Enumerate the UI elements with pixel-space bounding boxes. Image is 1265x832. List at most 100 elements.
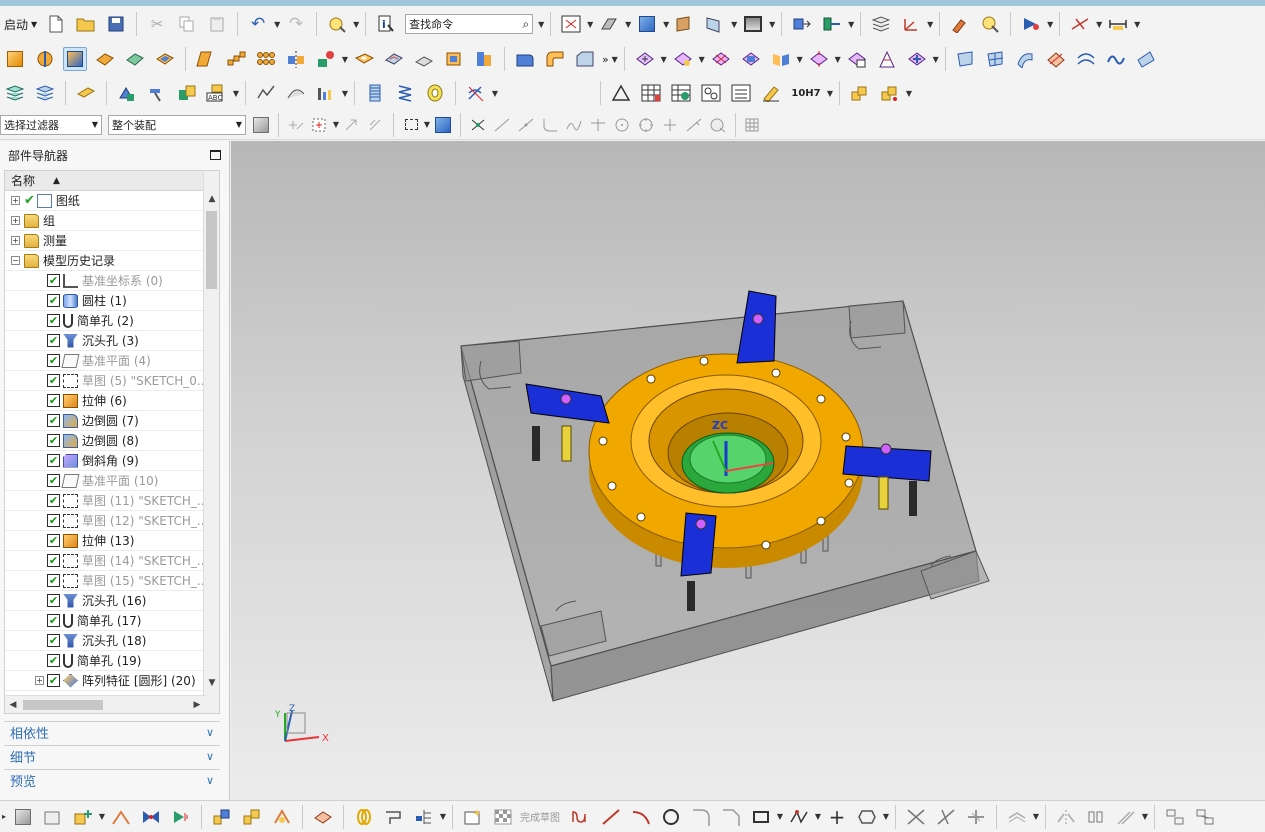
array-component-button[interactable]	[739, 47, 763, 71]
point-button[interactable]: +	[825, 805, 849, 829]
new-component-dropdown[interactable]: ▼	[698, 47, 706, 71]
circle-button[interactable]	[659, 805, 683, 829]
add-component-button[interactable]	[633, 47, 657, 71]
tree-node-history[interactable]: − 模型历史记录	[5, 251, 219, 271]
tree-feature-row[interactable]: 基准平面 (10)	[5, 471, 219, 491]
select-curve-button[interactable]	[286, 115, 306, 135]
limits-fits-button[interactable]: 10H7	[789, 81, 823, 105]
tree-horizontal-scrollbar[interactable]: ◀ ▶	[5, 695, 205, 713]
extrude-button[interactable]	[3, 47, 27, 71]
start-menu[interactable]: 启动 ▼	[0, 12, 41, 36]
copy-button[interactable]	[175, 12, 199, 36]
arc-button[interactable]	[629, 805, 653, 829]
chamfer-sketch-button[interactable]	[719, 805, 743, 829]
extend-sheet-button[interactable]	[1134, 47, 1158, 71]
tree-feature-row[interactable]: 倒斜角 (9)	[5, 451, 219, 471]
feature-visibility-checkbox[interactable]	[47, 514, 60, 527]
selection-filter-dropdown[interactable]: 选择过滤器 ▼	[0, 114, 102, 135]
wcs-dropdown[interactable]: ▼	[926, 12, 934, 36]
edit-annotation-button[interactable]	[759, 81, 783, 105]
3d-model-canvas[interactable]: ZC	[231, 141, 1265, 800]
check-clearance-button[interactable]	[905, 47, 929, 71]
tree-feature-row[interactable]: 简单孔 (19)	[5, 651, 219, 671]
feature-visibility-checkbox[interactable]	[47, 534, 60, 547]
text-table-dropdown[interactable]: ▼	[232, 81, 240, 105]
parts-list-button[interactable]	[669, 81, 693, 105]
pattern-curve-button[interactable]	[1084, 805, 1108, 829]
snap-arc-center-button[interactable]	[612, 115, 632, 135]
feature-visibility-checkbox[interactable]	[47, 294, 60, 307]
wcs-button[interactable]	[899, 12, 923, 36]
tree-feature-row[interactable]: + 阵列特征 [圆形] (20)	[5, 671, 219, 691]
snap-line-button[interactable]	[492, 115, 512, 135]
maximize-icon[interactable]	[210, 150, 221, 160]
feature-visibility-checkbox[interactable]	[47, 374, 60, 387]
feature-visibility-checkbox[interactable]	[47, 654, 60, 667]
more-commands-dropdown[interactable]: ▼	[611, 47, 619, 71]
thread-button[interactable]	[363, 81, 387, 105]
layer-category-button[interactable]	[3, 81, 27, 105]
clip-section-dropdown[interactable]: ▼	[730, 12, 738, 36]
hammer-tool-button[interactable]	[145, 81, 169, 105]
sketch-face-button[interactable]	[311, 805, 335, 829]
snap-intersection-button[interactable]	[588, 115, 608, 135]
more-commands-button[interactable]: »	[602, 53, 609, 66]
unite-button[interactable]	[63, 47, 87, 71]
constraint-button[interactable]	[139, 805, 163, 829]
fillet-button[interactable]	[689, 805, 713, 829]
mirror-assembly-button[interactable]	[769, 47, 793, 71]
scroll-thumb[interactable]	[23, 700, 103, 710]
feature-visibility-checkbox[interactable]	[47, 414, 60, 427]
feature-visibility-checkbox[interactable]	[47, 274, 60, 287]
cut-button[interactable]: ✂	[145, 12, 169, 36]
show-hide-button[interactable]	[978, 12, 1002, 36]
routing-dropdown[interactable]: ▼	[491, 81, 499, 105]
mirror-assembly-dropdown[interactable]: ▼	[796, 47, 804, 71]
fit-view-button[interactable]	[559, 12, 583, 36]
revolve-button[interactable]	[33, 47, 57, 71]
scroll-right-icon[interactable]: ▶	[189, 696, 205, 713]
pattern-face-button[interactable]	[254, 47, 278, 71]
expression-button[interactable]	[74, 81, 98, 105]
route-spline-button[interactable]	[382, 805, 406, 829]
select-body-button[interactable]	[342, 115, 362, 135]
tree-feature-row[interactable]: 简单孔 (2)	[5, 311, 219, 331]
groove-button[interactable]	[472, 47, 496, 71]
animation-button[interactable]	[1019, 12, 1043, 36]
scroll-up-icon[interactable]: ▲	[204, 191, 219, 207]
tree-node-measure[interactable]: + 测量	[5, 231, 219, 251]
polygon-dropdown[interactable]: ▼	[882, 805, 890, 829]
weld-point-button[interactable]	[878, 81, 902, 105]
expand-icon[interactable]: +	[35, 676, 44, 685]
mirror-curve-button[interactable]	[1054, 805, 1078, 829]
scroll-thumb[interactable]	[206, 211, 217, 289]
relations-browser-button[interactable]	[270, 805, 294, 829]
face-blend-button[interactable]	[543, 47, 567, 71]
select-solid-button[interactable]	[433, 115, 453, 135]
bottombar-handle[interactable]: ▸	[0, 805, 8, 829]
polygon-button[interactable]	[855, 805, 879, 829]
subtract-button[interactable]	[93, 47, 117, 71]
feature-visibility-checkbox[interactable]	[47, 434, 60, 447]
mirror-feature-button[interactable]	[284, 47, 308, 71]
through-curve-mesh-button[interactable]	[984, 47, 1008, 71]
make-corner-button[interactable]	[964, 805, 988, 829]
tree-node-group[interactable]: + 组	[5, 211, 219, 231]
background-dropdown[interactable]: ▼	[768, 12, 776, 36]
tree-feature-row[interactable]: 边倒圆 (7)	[5, 411, 219, 431]
studio-spline-button[interactable]	[787, 805, 811, 829]
snap-endpoint-button[interactable]	[468, 115, 488, 135]
trim-body-button[interactable]	[1044, 47, 1068, 71]
boss-button[interactable]	[382, 47, 406, 71]
swept-button[interactable]	[1014, 47, 1038, 71]
pad-button[interactable]	[412, 47, 436, 71]
reference-set-button[interactable]	[115, 81, 139, 105]
orient-view-dropdown[interactable]: ▼	[624, 12, 632, 36]
clip-section-button[interactable]	[703, 12, 727, 36]
curvature-analysis-button[interactable]	[284, 81, 308, 105]
feature-visibility-checkbox[interactable]	[47, 634, 60, 647]
snap-midpoint-button[interactable]	[516, 115, 536, 135]
sketch-tree-dropdown[interactable]: ▼	[439, 805, 447, 829]
command-search-dropdown[interactable]: ▼	[537, 12, 545, 36]
reflection-analysis-button[interactable]	[314, 81, 338, 105]
